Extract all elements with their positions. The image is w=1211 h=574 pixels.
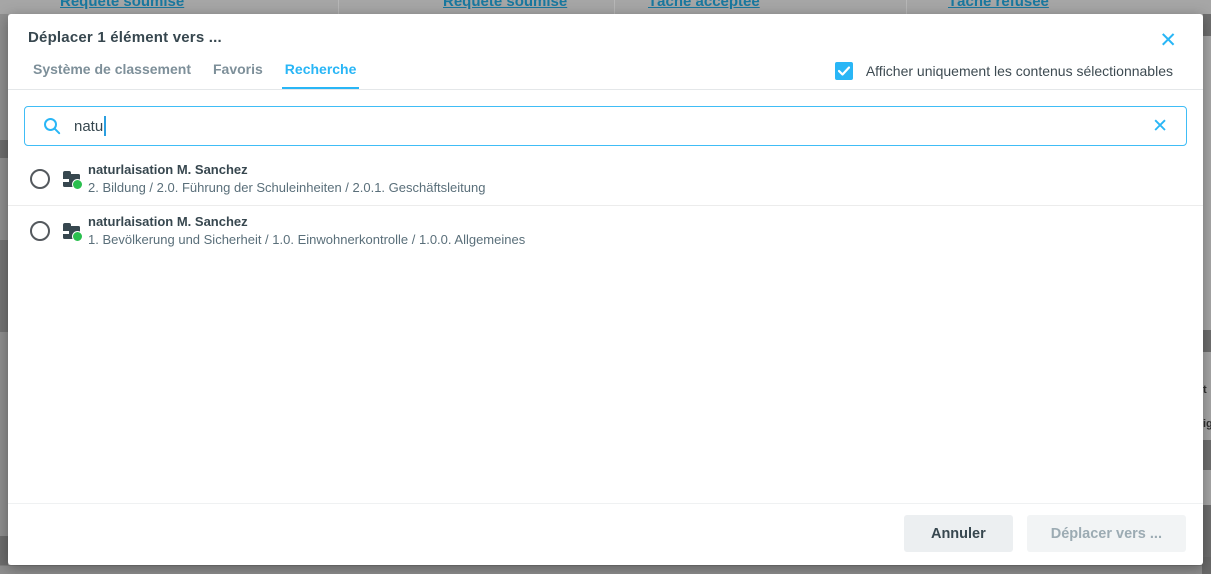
result-radio[interactable]: [30, 169, 50, 189]
backdrop-right-edge: t ig: [1203, 14, 1211, 565]
dialog-footer: Annuler Déplacer vers ...: [8, 503, 1203, 565]
backdrop-column-header: Tâche refusée: [948, 0, 1049, 10]
result-path: 1. Bevölkerung und Sicherheit / 1.0. Ein…: [88, 232, 525, 247]
search-value: natu: [74, 118, 103, 135]
selectable-filter-checkbox[interactable]: [835, 62, 853, 80]
close-icon[interactable]: ✕: [1159, 30, 1177, 51]
dialog-title: Déplacer 1 élément vers ...: [28, 29, 222, 46]
folder-status-icon: [63, 171, 80, 187]
result-row[interactable]: naturlaisation M. Sanchez 2. Bildung / 2…: [8, 154, 1203, 205]
green-status-dot: [72, 231, 83, 242]
backdrop-column-header: Requête soumise: [60, 0, 184, 10]
selectable-filter: Afficher uniquement les contenus sélecti…: [835, 61, 1173, 89]
selectable-filter-label: Afficher uniquement les contenus sélecti…: [866, 63, 1173, 79]
backdrop-column-divider: [338, 0, 339, 14]
backdrop-board-header: Requête soumise Requête soumise Tâche ac…: [0, 0, 1211, 14]
backdrop-column-header: Requête soumise: [443, 0, 567, 10]
cancel-button[interactable]: Annuler: [904, 515, 1013, 552]
search-results-list: naturlaisation M. Sanchez 2. Bildung / 2…: [8, 154, 1203, 503]
tab-systeme-de-classement[interactable]: Système de classement: [30, 61, 194, 89]
dialog-header: Déplacer 1 élément vers ... ✕: [8, 14, 1203, 51]
green-status-dot: [72, 179, 83, 190]
tab-list: Système de classement Favoris Recherche: [30, 61, 359, 89]
result-path: 2. Bildung / 2.0. Führung der Schuleinhe…: [88, 180, 485, 195]
text-caret: [104, 116, 106, 136]
backdrop-column-header: Tâche acceptée: [648, 0, 760, 10]
tab-favoris[interactable]: Favoris: [210, 61, 266, 89]
dialog-tabbar: Système de classement Favoris Recherche …: [8, 61, 1203, 90]
search-input[interactable]: natu ✕: [24, 106, 1187, 146]
result-name: naturlaisation M. Sanchez: [88, 214, 525, 229]
folder-status-icon: [63, 223, 80, 239]
window-resize-corner: [1202, 557, 1211, 574]
backdrop-bottom-edge: [0, 565, 1211, 574]
backdrop-text-fragment: ig: [1203, 418, 1211, 430]
search-icon: [43, 117, 61, 135]
result-radio[interactable]: [30, 221, 50, 241]
backdrop-left-edge: [0, 14, 8, 565]
result-name: naturlaisation M. Sanchez: [88, 162, 485, 177]
move-dialog: Déplacer 1 élément vers ... ✕ Système de…: [8, 14, 1203, 565]
backdrop-column-divider: [906, 0, 907, 14]
clear-search-icon[interactable]: ✕: [1152, 117, 1168, 136]
tab-recherche[interactable]: Recherche: [282, 61, 360, 89]
backdrop-text-fragment: t: [1203, 384, 1207, 396]
result-row[interactable]: naturlaisation M. Sanchez 1. Bevölkerung…: [8, 205, 1203, 257]
backdrop-column-divider: [614, 0, 615, 14]
move-confirm-button[interactable]: Déplacer vers ...: [1027, 515, 1186, 552]
checkmark-icon: [838, 66, 850, 76]
